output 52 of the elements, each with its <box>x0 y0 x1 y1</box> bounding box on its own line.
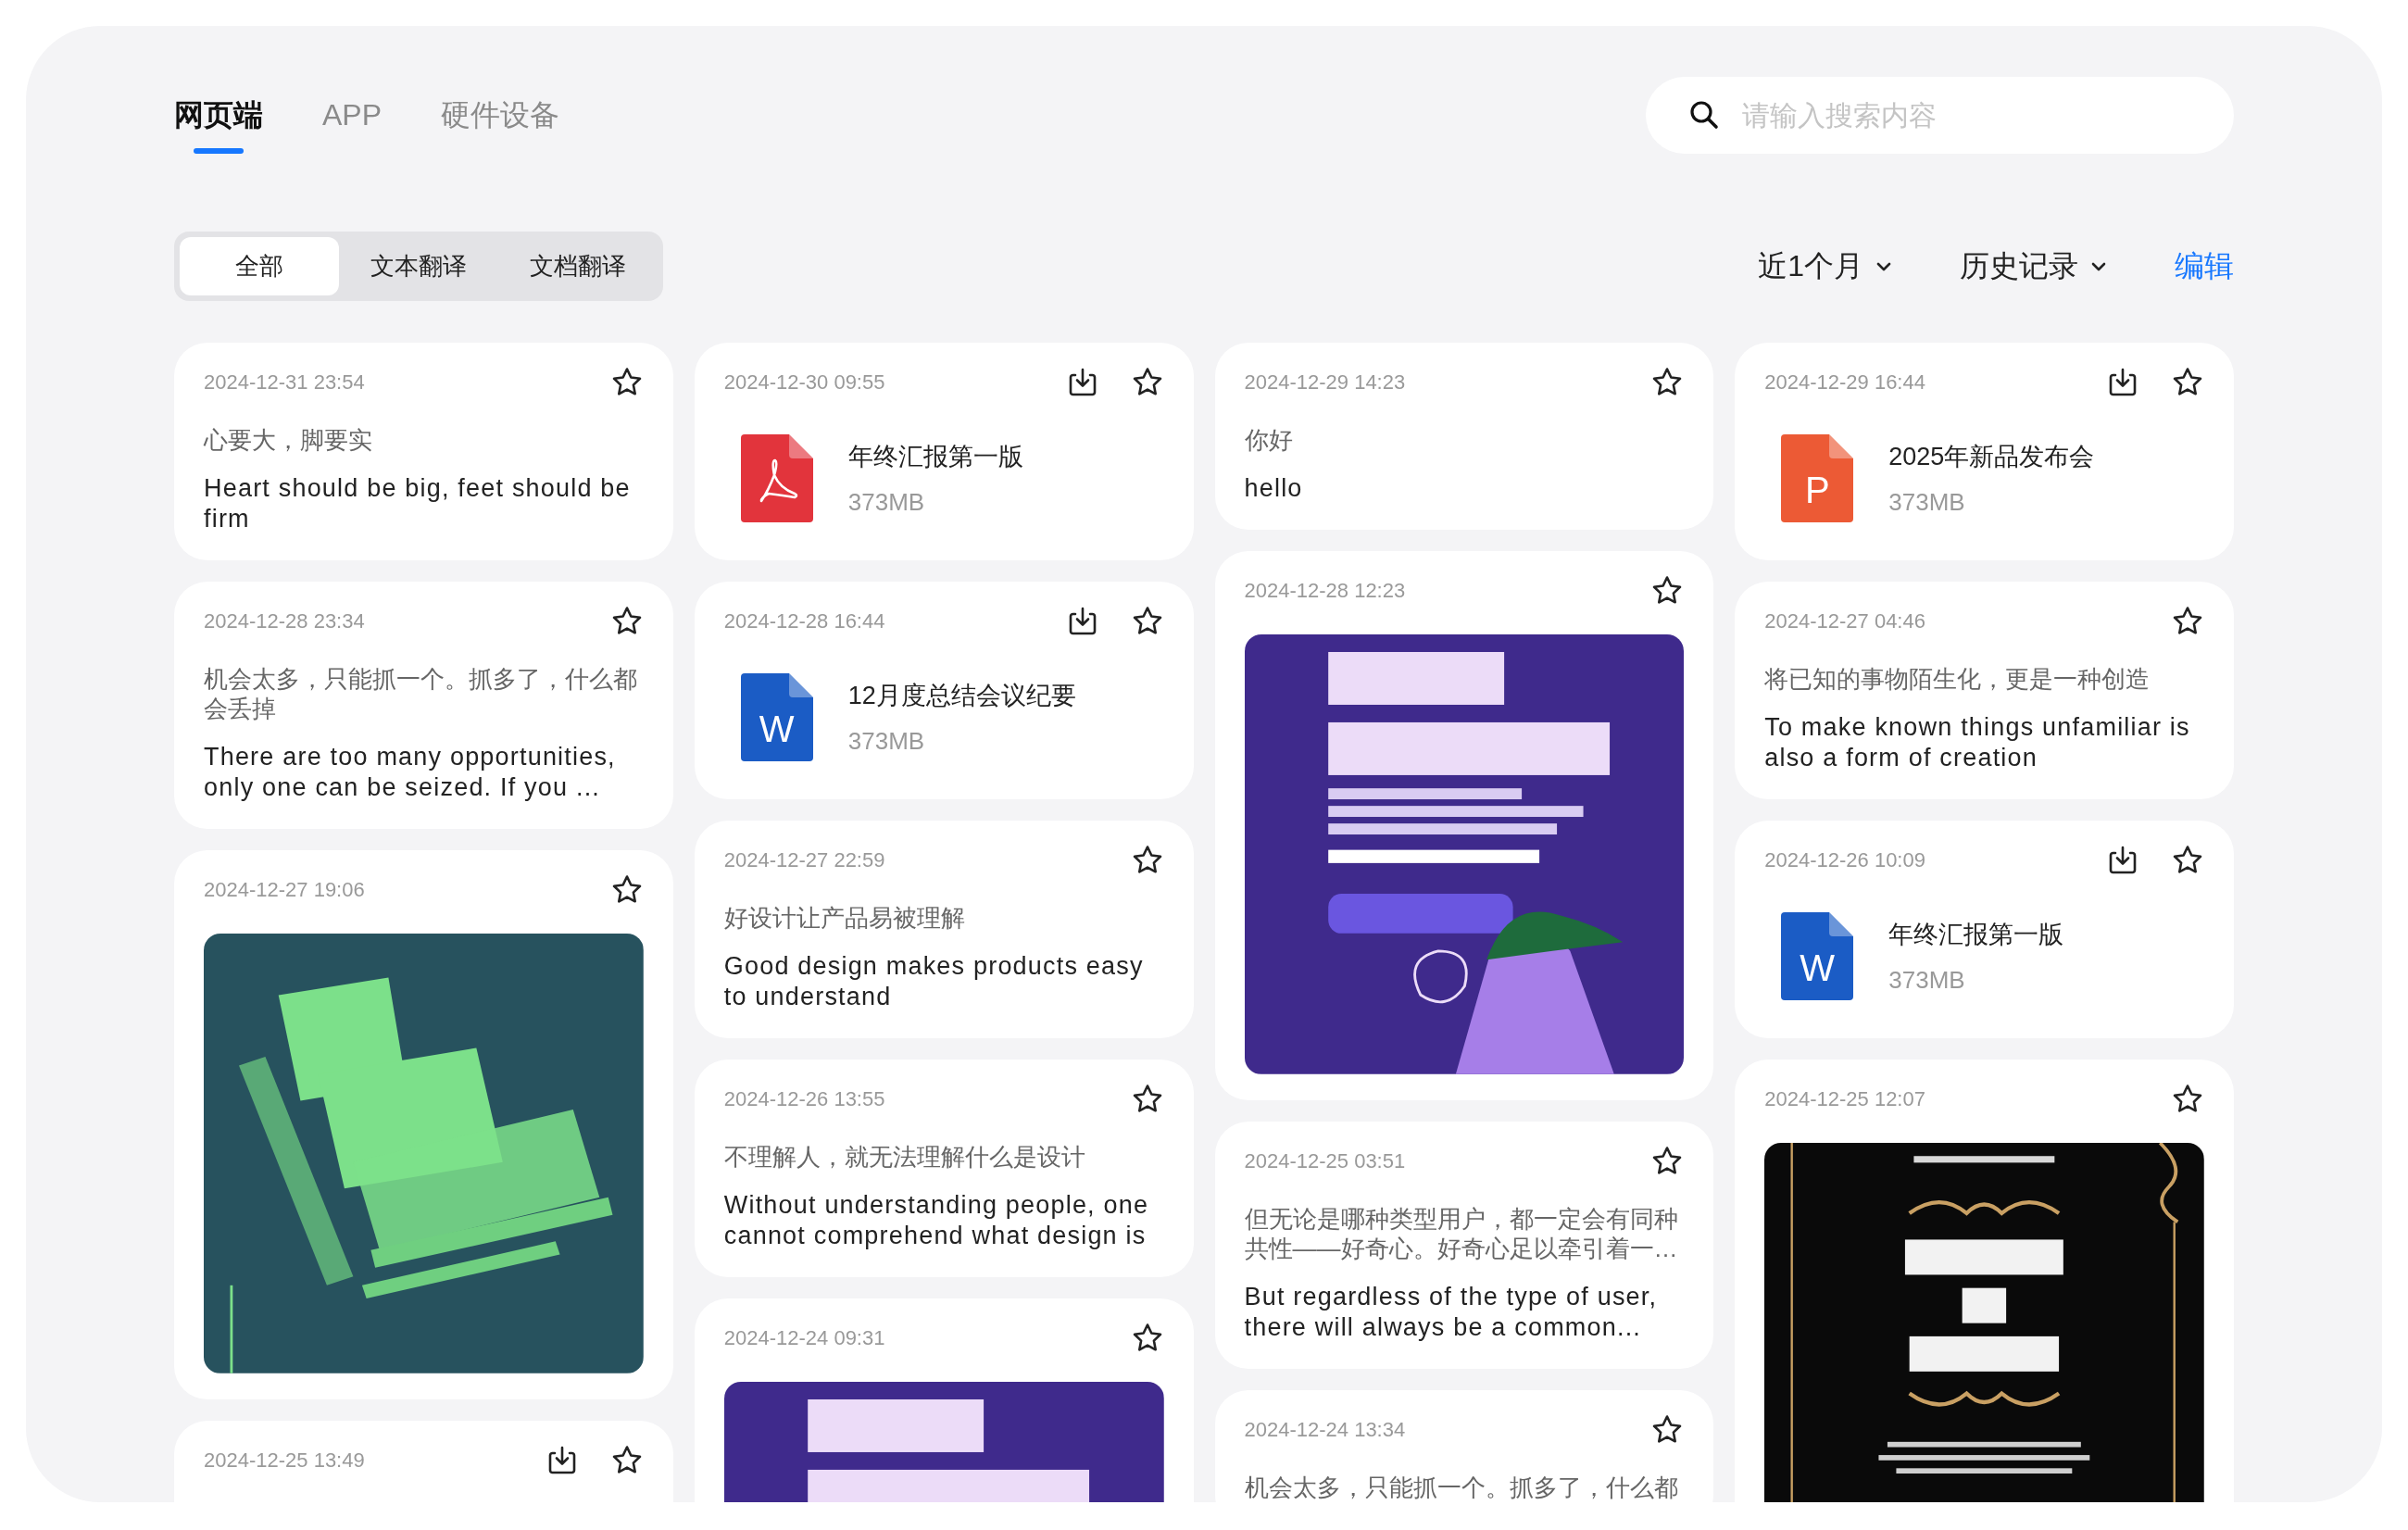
card-date: 2024-12-29 14:23 <box>1244 370 1406 395</box>
translation-text: There are too many opportunities, only one can be seized. If you ... <box>204 742 617 803</box>
card-date: 2024-12-24 09:31 <box>723 1326 885 1350</box>
card-date: 2024-12-28 12:23 <box>1244 579 1406 603</box>
card-date: 2024-12-28 16:44 <box>723 609 885 633</box>
source-text: 机会太多，只能抓一个。抓多了，什么都 <box>1244 1472 1679 1502</box>
file-size: 373MB <box>847 727 926 756</box>
card-date: 2024-12-26 13:55 <box>723 1087 885 1111</box>
translation-text: Heart should be big, feet should be firm <box>204 473 632 534</box>
file-size: 373MB <box>1888 488 1966 517</box>
segment-tab[interactable]: 全部 <box>180 237 339 295</box>
translation-text: To make known things unfamiliar is also a form of creation <box>1764 712 2191 773</box>
card-date: 2024-12-27 04:46 <box>1764 609 1925 633</box>
card-date: 2024-12-29 16:44 <box>1764 370 1925 395</box>
nav-tab[interactable]: 网页端 <box>174 77 263 154</box>
file-name: 年终汇报第一版 <box>1888 920 2064 950</box>
filter-dropdown[interactable]: 历史记录 <box>1960 245 2108 287</box>
card-date: 2024-12-25 03:51 <box>1244 1148 1406 1173</box>
card-date: 2024-12-26 10:09 <box>1764 848 1925 872</box>
translation-text: But regardless of the type of user, there will always be a common... <box>1244 1281 1659 1343</box>
segment-tab[interactable]: 文本翻译 <box>339 237 498 295</box>
card-date: 2024-12-24 13:34 <box>1244 1417 1406 1442</box>
source-text: 机会太多，只能抓一个。抓多了，什么都会丢掉 <box>204 664 638 723</box>
pdf-document-icon <box>740 434 813 522</box>
filter-dropdown[interactable]: 近1个月 <box>1758 245 1893 287</box>
search-field[interactable]: 请输入搜索内容 <box>1646 77 2234 154</box>
source-text: 不理解人，就无法理解什么是设计 <box>723 1142 1086 1172</box>
document-icon: W <box>740 673 813 761</box>
card-date: 2024-12-25 12:07 <box>1764 1087 1925 1111</box>
source-text: 将已知的事物陌生化，更是一种创造 <box>1764 664 2151 694</box>
card-date: 2024-12-25 13:49 <box>204 1448 365 1473</box>
source-text: 好设计让产品易被理解 <box>723 903 966 933</box>
translation-text: hello <box>1244 473 1304 504</box>
document-icon: P <box>1781 434 1854 522</box>
file-name: 2025年新品发布会 <box>1888 442 2095 472</box>
edit-link[interactable]: 编辑 <box>2175 245 2234 287</box>
file-name: 年终汇报第一版 <box>847 442 1023 472</box>
segment-tab[interactable]: 文档翻译 <box>498 237 658 295</box>
card-date: 2024-12-27 19:06 <box>204 878 365 902</box>
source-text: 你好 <box>1244 425 1294 455</box>
card-date: 2024-12-27 22:59 <box>723 848 885 872</box>
file-name: 12月度总结会议纪要 <box>847 681 1076 711</box>
file-size: 373MB <box>847 488 926 517</box>
source-text: 心要大，脚要实 <box>204 425 373 455</box>
file-size: 373MB <box>1888 966 1966 995</box>
card-date: 2024-12-30 09:55 <box>723 370 885 395</box>
translation-text: Good design makes products easy to understand <box>723 951 1145 1012</box>
card-date: 2024-12-28 23:34 <box>204 609 365 633</box>
document-icon: W <box>1781 912 1854 1000</box>
source-text: 但无论是哪种类型用户，都一定会有同种共性——好奇心。好奇心足以牵引着一… <box>1244 1203 1679 1263</box>
translation-text: Without understanding people, one cannot comprehend what design is <box>723 1190 1150 1251</box>
card-date: 2024-12-31 23:54 <box>204 370 365 395</box>
